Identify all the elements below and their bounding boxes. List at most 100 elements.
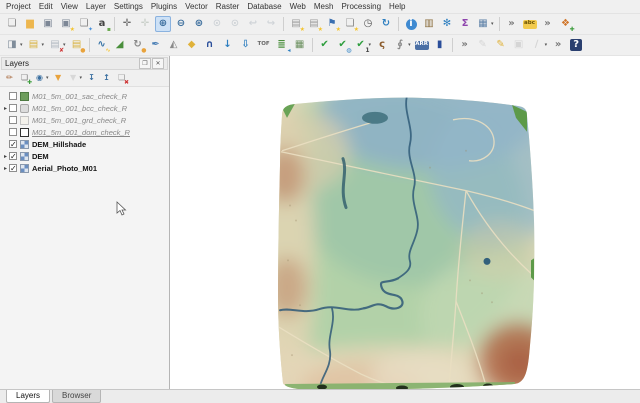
layer-row-dem[interactable]: ▸✓DEM <box>0 150 169 162</box>
zoom-in-icon[interactable]: ⊕ <box>155 16 171 32</box>
menu-vector[interactable]: Vector <box>181 1 212 13</box>
grass-tools-icon[interactable]: ◢ <box>112 37 128 53</box>
layer-row-m01_5m_001_bcc_check_r[interactable]: ▸M01_5m_001_bcc_check_R <box>0 102 169 114</box>
current-edits-icon[interactable]: ✎ <box>475 37 491 53</box>
layer-visibility-checkbox[interactable]: ✓ <box>9 164 17 172</box>
attribute-table-icon-dropdown[interactable]: ▾ <box>491 21 494 27</box>
pan-map-icon[interactable]: ✛ <box>119 16 135 32</box>
menu-plugins[interactable]: Plugins <box>147 1 181 13</box>
layer-visibility-checkbox[interactable]: ✓ <box>9 140 17 148</box>
layer-row-aerial_photo_m01[interactable]: ▸✓Aerial_Photo_M01 <box>0 162 169 174</box>
new-bookmark-icon[interactable]: ▤★ <box>288 16 304 32</box>
label-toolbar-abc-icon[interactable]: abc <box>522 16 538 32</box>
model-designer-icon[interactable]: ✒ <box>148 37 164 53</box>
layer-visibility-checkbox[interactable] <box>9 104 17 112</box>
toolbar-overflow-icon-2[interactable]: » <box>540 16 556 32</box>
digitize-line-icon-dropdown[interactable]: ▾ <box>545 42 548 48</box>
import-vector-icon[interactable]: ↓ <box>220 37 236 53</box>
close-panel-icon[interactable]: ✕ <box>152 58 164 69</box>
menu-view[interactable]: View <box>57 1 82 13</box>
menu-mesh[interactable]: Mesh <box>310 1 338 13</box>
layer-row-m01_5m_001_sac_check_r[interactable]: M01_5m_001_sac_check_R <box>0 90 169 102</box>
show-bookmarks-icon[interactable]: ⚑★ <box>324 16 340 32</box>
tof-tool-icon[interactable]: TOF <box>256 37 272 53</box>
float-panel-icon[interactable]: ❐ <box>139 58 151 69</box>
collapse-all-icon[interactable]: ↥ <box>100 72 113 85</box>
topology-checker-icon[interactable]: ◭ <box>166 37 182 53</box>
layer-visibility-checkbox[interactable] <box>9 92 17 100</box>
menu-edit[interactable]: Edit <box>35 1 57 13</box>
layer-visibility-checkbox[interactable] <box>9 128 17 136</box>
layer-note-icon[interactable]: ▤● <box>69 37 85 53</box>
menu-layer[interactable]: Layer <box>82 1 110 13</box>
pan-to-selection-icon[interactable]: ✛ <box>137 16 153 32</box>
zoom-next-icon[interactable]: ↪ <box>263 16 279 32</box>
dock-tab-layers[interactable]: Layers <box>6 390 50 403</box>
layer-styling-icon[interactable]: ✏ <box>3 72 16 85</box>
expand-all-icon[interactable]: ↧ <box>85 72 98 85</box>
menu-project[interactable]: Project <box>2 1 35 13</box>
open-project-icon[interactable]: ▆ <box>22 16 38 32</box>
remove-layer-group-icon[interactable]: ❏✖ <box>115 72 128 85</box>
help-contents-icon[interactable]: ? <box>568 37 584 53</box>
menu-web[interactable]: Web <box>286 1 310 13</box>
new-layer-icon[interactable]: ▤ <box>26 37 42 53</box>
dock-tab-browser[interactable]: Browser <box>52 390 101 403</box>
python-console-icon[interactable]: ∿∿ <box>94 37 110 53</box>
manage-map-themes-icon[interactable]: ◉ <box>33 72 46 85</box>
layer-row-m01_5m_001_grd_check_r[interactable]: M01_5m_001_grd_check_R <box>0 114 169 126</box>
filter-legend-icon[interactable]: ▼ <box>52 72 65 85</box>
attribute-table-icon[interactable]: ▦ <box>475 16 491 32</box>
expand-arrow-icon[interactable]: ▸ <box>2 165 9 172</box>
paperclip-attach-icon-dropdown[interactable]: ▾ <box>408 42 411 48</box>
add-layer-group-icon[interactable]: ❖✚ <box>558 16 574 32</box>
georeferencer-icon[interactable]: ∩ <box>202 37 218 53</box>
check-geometry-icon[interactable]: ✔ <box>317 37 333 53</box>
menu-settings[interactable]: Settings <box>110 1 147 13</box>
data-source-manager-icon[interactable]: ◨ <box>4 37 20 53</box>
data-source-manager-icon-dropdown[interactable]: ▾ <box>20 42 23 48</box>
toolbar-overflow-icon-3[interactable]: » <box>457 37 473 53</box>
remove-layer-icon[interactable]: ▤✘ <box>47 37 63 53</box>
arr-label-icon[interactable]: ARR <box>414 37 430 53</box>
layer-visibility-checkbox[interactable] <box>9 116 17 124</box>
layer-row-dem_hillshade[interactable]: ✓DEM_Hillshade <box>0 138 169 150</box>
zoom-last-icon[interactable]: ↩ <box>245 16 261 32</box>
add-group-icon[interactable]: ❏✚ <box>18 72 31 85</box>
zoom-out-icon[interactable]: ⊖ <box>173 16 189 32</box>
toolbar-overflow-icon-4[interactable]: » <box>550 37 566 53</box>
map-canvas[interactable] <box>170 56 640 389</box>
menu-raster[interactable]: Raster <box>212 1 244 13</box>
squirrel-plugin-icon[interactable]: ς <box>374 37 390 53</box>
check-single-icon[interactable]: ✔1 <box>353 37 369 53</box>
toggle-editing-icon[interactable]: ✎ <box>493 37 509 53</box>
style-manager-icon[interactable]: a▪ <box>94 16 110 32</box>
show-statistics-icon[interactable]: Σ <box>457 16 473 32</box>
save-edits-icon[interactable]: ▣ <box>511 37 527 53</box>
zoom-to-selection-icon[interactable]: ⊙ <box>209 16 225 32</box>
check-validity-icon[interactable]: ✔◍ <box>335 37 351 53</box>
bookmark-manager-icon[interactable]: ❏★ <box>342 16 358 32</box>
raster-image-tool-icon[interactable]: ▦ <box>292 37 308 53</box>
digitize-line-icon[interactable]: ∕ <box>529 37 545 53</box>
temporal-controller-icon[interactable]: ◷ <box>360 16 376 32</box>
refresh-map-icon[interactable]: ↻ <box>378 16 394 32</box>
layer-visibility-checkbox[interactable]: ✓ <box>9 152 17 160</box>
project-properties-icon[interactable]: ❏✦ <box>76 16 92 32</box>
menu-help[interactable]: Help <box>385 1 409 13</box>
toolbar-overflow-icon[interactable]: » <box>504 16 520 32</box>
save-project-icon[interactable]: ▣ <box>40 16 56 32</box>
spatial-bookmark-icon[interactable]: ▤★ <box>306 16 322 32</box>
new-project-icon[interactable]: ❏ <box>4 16 20 32</box>
layer-row-m01_5m_001_dom_check_r[interactable]: M01_5m_001_dom_check_R <box>0 126 169 138</box>
map-3d-view-icon[interactable]: ◆ <box>184 37 200 53</box>
menu-database[interactable]: Database <box>243 1 285 13</box>
notebook-icon[interactable]: ▮ <box>432 37 448 53</box>
processing-toolbox-icon[interactable]: ✻ <box>439 16 455 32</box>
filter-expression-icon-dropdown[interactable]: ▾ <box>80 75 83 81</box>
new-layer-icon-dropdown[interactable]: ▾ <box>42 42 45 48</box>
expand-arrow-icon[interactable]: ▸ <box>2 153 9 160</box>
processing-history-icon[interactable]: ↻● <box>130 37 146 53</box>
zoom-full-extent-icon[interactable]: ⊛ <box>191 16 207 32</box>
identify-features-icon[interactable]: i <box>403 16 419 32</box>
